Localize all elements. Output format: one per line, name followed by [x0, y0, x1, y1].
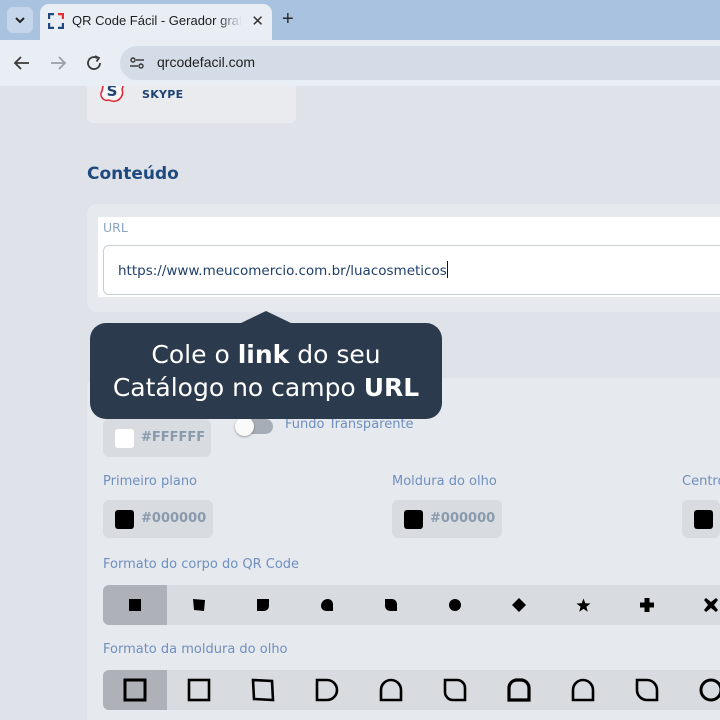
body-shape-drop[interactable] — [359, 585, 423, 625]
chevron-down-icon — [15, 17, 25, 24]
back-arrow-icon[interactable] — [13, 54, 31, 72]
skype-label: SKYPE — [142, 88, 184, 101]
center-color-label: Centro — [682, 474, 720, 489]
center-color-swatch — [694, 510, 713, 529]
eye-frame-rounded-top[interactable] — [359, 670, 423, 710]
circle-frame-icon — [699, 678, 720, 702]
skewed-square-icon — [193, 599, 205, 611]
toggle-knob — [235, 417, 254, 436]
drop-shape-icon — [385, 599, 397, 611]
site-settings-icon[interactable] — [129, 55, 145, 71]
tab-bar: QR Code Fácil - Gerador gratuito ✕ + — [0, 0, 720, 40]
foreground-color-picker[interactable]: #000000 — [103, 500, 213, 538]
body-shape-square[interactable] — [103, 585, 167, 625]
skewed-frame-icon — [251, 678, 275, 702]
leaf-shape-icon — [321, 599, 333, 611]
rounded-corner-icon — [257, 599, 269, 611]
body-shape-circle[interactable] — [423, 585, 487, 625]
eye-frame-square[interactable] — [103, 670, 167, 710]
address-bar[interactable]: qrcodefacil.com — [120, 46, 720, 80]
body-shape-star[interactable] — [551, 585, 615, 625]
leaf-frame-icon — [443, 678, 467, 702]
rounded-right-frame-icon — [315, 678, 339, 702]
body-shape-diamond[interactable] — [487, 585, 551, 625]
eye-frame-leaf-thick[interactable] — [487, 670, 551, 710]
thin-square-frame-icon — [187, 678, 211, 702]
alt-leaf-frame-icon — [635, 678, 659, 702]
foreground-color-swatch — [115, 510, 134, 529]
eye-frame-color-picker[interactable]: #000000 — [392, 500, 502, 538]
tab-title: QR Code Fácil - Gerador gratuito — [72, 13, 242, 28]
instruction-tooltip: Cole o link do seu Catálogo no campo URL — [90, 323, 442, 419]
new-tab-icon[interactable]: + — [282, 8, 294, 31]
eye-frame-shape-label: Formato da moldura do olho — [103, 642, 288, 657]
skype-icon: S — [100, 86, 124, 103]
body-shape-cross[interactable] — [615, 585, 679, 625]
url-label: URL — [103, 220, 128, 235]
thick-leaf-frame-icon — [507, 678, 531, 702]
text-caret — [446, 261, 448, 278]
circle-shape-icon — [449, 599, 461, 611]
plus-shape-icon — [640, 598, 654, 612]
center-color-picker[interactable] — [682, 500, 720, 538]
eye-frame-rounded-right[interactable] — [295, 670, 359, 710]
eye-frame-color-label: Moldura do olho — [392, 474, 497, 489]
eye-frame-color-value: #000000 — [430, 511, 496, 526]
forward-arrow-icon[interactable] — [49, 54, 67, 72]
body-shape-rounded-corner[interactable] — [231, 585, 295, 625]
body-shape-label: Formato do corpo do QR Code — [103, 557, 300, 572]
body-shape-selector — [103, 585, 720, 625]
url-input[interactable]: https://www.meucomercio.com.br/luacosmet… — [103, 245, 720, 295]
eye-frame-color-swatch — [404, 510, 423, 529]
drop-frame-icon — [571, 678, 595, 702]
svg-text:S: S — [107, 86, 118, 100]
body-shape-leaf[interactable] — [295, 585, 359, 625]
qr-favicon-icon — [48, 13, 64, 29]
background-color-value: #FFFFFF — [141, 430, 206, 445]
skype-option-card[interactable]: S SKYPE — [87, 86, 296, 123]
x-shape-icon — [704, 598, 718, 612]
reload-icon[interactable] — [85, 54, 103, 72]
url-panel: URL https://www.meucomercio.com.br/luaco… — [98, 217, 720, 297]
background-color-swatch — [115, 429, 134, 448]
foreground-label: Primeiro plano — [103, 474, 198, 489]
tab-search-button[interactable] — [7, 7, 33, 33]
square-frame-icon — [123, 678, 147, 702]
nav-bar: qrcodefacil.com — [0, 40, 720, 86]
content-section-title: Conteúdo — [87, 164, 179, 184]
browser-tab[interactable]: QR Code Fácil - Gerador gratuito ✕ — [40, 4, 272, 40]
background-color-picker[interactable]: #FFFFFF — [103, 419, 211, 457]
body-shape-skewed[interactable] — [167, 585, 231, 625]
close-tab-icon[interactable]: ✕ — [251, 12, 264, 30]
eye-frame-leaf-alt[interactable] — [615, 670, 679, 710]
foreground-color-value: #000000 — [141, 511, 207, 526]
square-shape-icon — [129, 599, 141, 611]
eye-frame-skewed[interactable] — [231, 670, 295, 710]
diamond-shape-icon — [512, 598, 526, 612]
eye-frame-leaf[interactable] — [423, 670, 487, 710]
address-url: qrcodefacil.com — [157, 54, 256, 70]
transparent-background-label: Fundo Transparente — [285, 417, 414, 432]
eye-frame-circle[interactable] — [679, 670, 720, 710]
tooltip-text: Cole o link do seu Catálogo no campo URL — [112, 340, 420, 402]
eye-frame-shape-selector — [103, 670, 720, 710]
url-input-value: https://www.meucomercio.com.br/luacosmet… — [118, 261, 448, 279]
star-shape-icon — [576, 598, 590, 612]
eye-frame-drop[interactable] — [551, 670, 615, 710]
rounded-top-frame-icon — [379, 678, 403, 702]
transparent-background-toggle[interactable] — [235, 417, 273, 436]
body-shape-x[interactable] — [679, 585, 720, 625]
eye-frame-thin-square[interactable] — [167, 670, 231, 710]
